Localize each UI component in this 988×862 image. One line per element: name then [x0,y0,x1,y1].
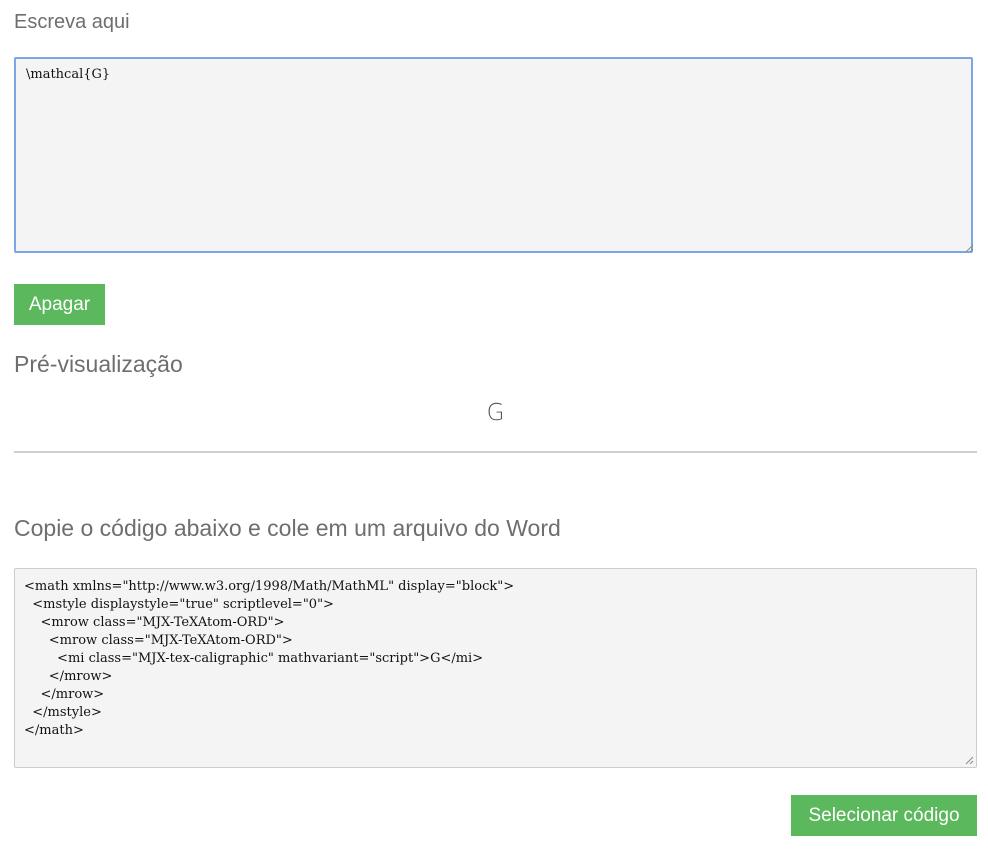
preview-label: Pré-visualização [14,351,183,377]
select-code-button[interactable]: Selecionar código [791,795,977,836]
section-divider [14,451,977,453]
latex-input-editor[interactable] [14,57,973,253]
copy-instructions-label: Copie o código abaixo e cole em um arqui… [14,515,561,541]
input-label: Escreva aqui [14,11,130,33]
math-preview-output: G [486,400,505,426]
clear-button[interactable]: Apagar [14,284,105,325]
mathml-code-output[interactable] [14,568,977,768]
